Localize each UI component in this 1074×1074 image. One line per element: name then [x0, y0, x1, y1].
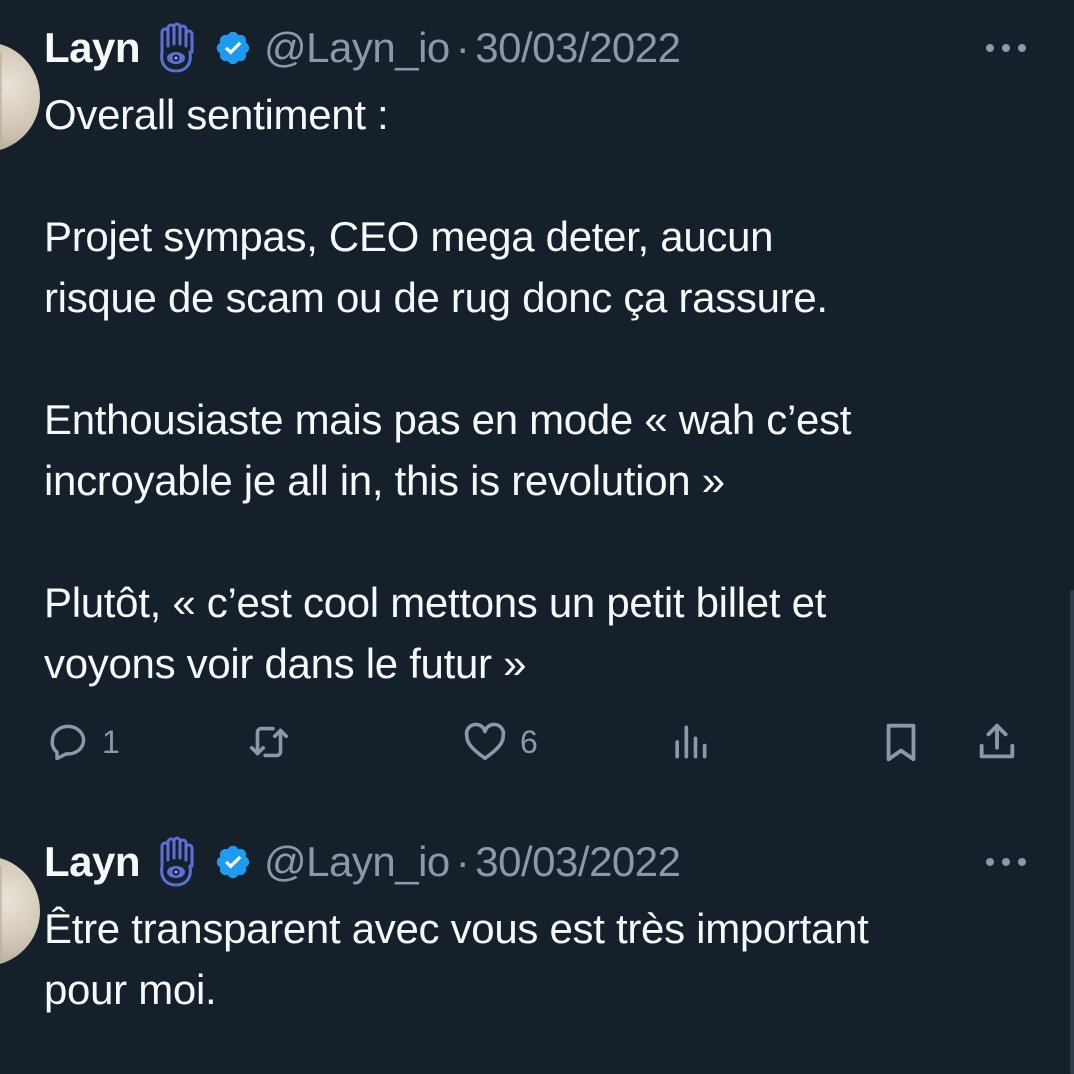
bookmark-icon [878, 719, 924, 765]
tweet-header: Layn @Layn_io · 30/03/2022 [44, 832, 681, 892]
tweet-text: Overall sentiment : Projet sympas, CEO m… [44, 91, 852, 687]
reply-count: 1 [102, 723, 120, 760]
timeline: Layn @Layn_io · 30/03/2022 Overall senti… [0, 0, 1074, 1074]
retweet-button[interactable] [246, 714, 292, 770]
separator-dot: · [455, 24, 470, 71]
analytics-icon [668, 720, 712, 764]
like-count: 6 [520, 723, 538, 760]
tweet-actions: 1 6 [44, 714, 1034, 770]
author-handle[interactable]: @Layn_io [264, 24, 450, 72]
retweet-icon [246, 719, 292, 765]
author-name[interactable]: Layn [44, 838, 141, 886]
views-button[interactable] [668, 714, 712, 770]
author-handle[interactable]: @Layn_io [264, 838, 450, 886]
scrollbar[interactable] [1070, 590, 1074, 1074]
tweet-date[interactable]: 30/03/2022 [475, 838, 681, 886]
like-button[interactable]: 6 [462, 714, 538, 770]
tweet-header: Layn @Layn_io · 30/03/2022 [44, 18, 681, 78]
reply-icon [46, 720, 90, 764]
author-name[interactable]: Layn [44, 24, 141, 72]
heart-icon [462, 719, 508, 765]
share-icon [974, 719, 1020, 765]
verified-badge-icon [214, 843, 252, 881]
separator-dot: · [455, 838, 470, 885]
tweet-text: Être transparent avec vous est très impo… [44, 905, 869, 1013]
bookmark-button[interactable] [878, 714, 924, 770]
avatar[interactable] [0, 42, 40, 152]
hamsa-icon [152, 22, 200, 74]
share-button[interactable] [974, 714, 1020, 770]
avatar[interactable] [0, 856, 40, 966]
more-options-icon[interactable] [982, 852, 1030, 872]
hamsa-icon [152, 836, 200, 888]
tweet-date[interactable]: 30/03/2022 [475, 24, 681, 72]
verified-badge-icon [214, 29, 252, 67]
more-options-icon[interactable] [982, 38, 1030, 58]
reply-button[interactable]: 1 [46, 714, 120, 770]
